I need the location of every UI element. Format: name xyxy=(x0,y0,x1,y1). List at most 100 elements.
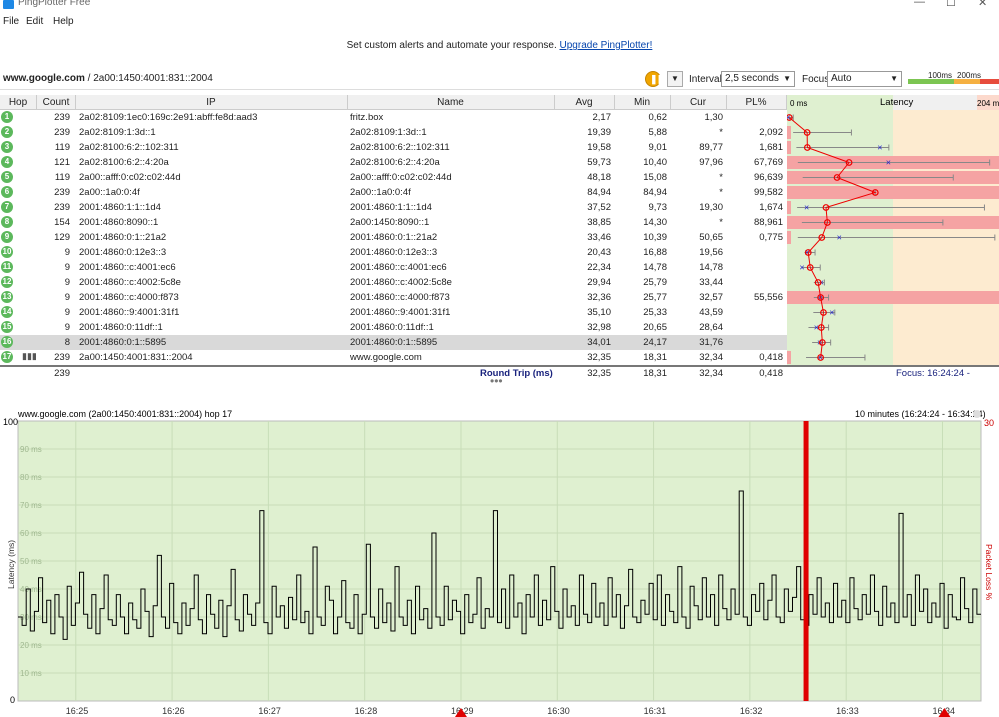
hop-cur: 14,78 xyxy=(699,262,723,273)
hop-cur: 50,65 xyxy=(699,232,723,243)
table-row[interactable]: 4 121 2a02:8100:6:2::4:20a 2a02:8100:6:2::4… xyxy=(0,155,787,170)
range-dropdown-icon[interactable] xyxy=(973,410,981,418)
menu-edit[interactable]: Edit xyxy=(26,16,43,27)
target-ip: / 2a00:1450:4001:831::2004 xyxy=(84,73,213,84)
ms-tick: 50 ms xyxy=(20,557,42,566)
current-mark: × xyxy=(787,113,791,123)
hop-pl: 2,092 xyxy=(759,127,783,138)
hop-min: 9,73 xyxy=(648,202,668,213)
col-name[interactable]: Name xyxy=(348,97,553,108)
current-mark: × xyxy=(837,233,842,243)
hop-min: 10,40 xyxy=(643,157,667,168)
loss-bar xyxy=(787,231,791,244)
focus-value: Auto xyxy=(831,73,852,84)
table-row[interactable]: 10 9 2001:4860:0:12e3::3 2001:4860:0:12e3::… xyxy=(0,245,787,260)
table-row[interactable]: 2 239 2a02:8109:1:3d::1 2a02:8109:1:3d::1 19… xyxy=(0,125,787,140)
hop-ip: 2001:4860:1:1::1d4 xyxy=(79,202,161,213)
right-axis-label: Packet Loss % xyxy=(984,544,994,601)
hop-badge: 2 xyxy=(1,126,13,138)
chevron-down-icon: ▼ xyxy=(671,74,679,83)
hop-count: 9 xyxy=(64,292,70,303)
col-ip[interactable]: IP xyxy=(76,97,346,108)
ms-tick: 70 ms xyxy=(20,501,42,510)
pause-dropdown-button[interactable]: ▼ xyxy=(667,71,683,87)
col-pl[interactable]: PL% xyxy=(727,97,785,108)
hop-avg: 19,39 xyxy=(587,127,611,138)
ms-tick: 60 ms xyxy=(20,529,42,538)
hop-avg: 59,73 xyxy=(587,157,611,168)
table-row[interactable]: 3 119 2a02:8100:6:2::102:311 2a02:8100:6:2:… xyxy=(0,140,787,155)
hop-ip: 2001:4860:8090::1 xyxy=(79,217,159,228)
time-tick: 16:25 xyxy=(66,706,89,716)
hop-min: 16,88 xyxy=(643,247,667,258)
hop-cur: 97,96 xyxy=(699,157,723,168)
hop-min: 84,94 xyxy=(643,187,667,198)
hop-min: 20,65 xyxy=(643,322,667,333)
ms-tick: 20 ms xyxy=(20,641,42,650)
menu-help[interactable]: Help xyxy=(53,16,74,27)
hop-name: 2001:4860::c:4002:5c8e xyxy=(350,277,452,288)
hop-ip: 2a02:8100:6:2::4:20a xyxy=(79,157,169,168)
promo-text: Set custom alerts and automate your resp… xyxy=(346,40,560,51)
col-avg[interactable]: Avg xyxy=(555,97,613,108)
hop-cur: 1,30 xyxy=(704,112,724,123)
hop-count: 9 xyxy=(64,277,70,288)
minimize-icon[interactable]: — xyxy=(914,0,925,8)
table-row[interactable]: 7 239 2001:4860:1:1::1d4 2001:4860:1:1::1d4… xyxy=(0,200,787,215)
hop-avg: 84,94 xyxy=(587,187,611,198)
table-row[interactable]: 5 119 2a00::afff:0:c02:c02:44d 2a00::afff:0… xyxy=(0,170,787,185)
focus-select[interactable]: Auto ▼ xyxy=(827,71,902,87)
graph-range[interactable]: 10 minutes (16:24:24 - 16:34:24) xyxy=(855,409,986,419)
hop-ip: 2a00::1a0:0:4f xyxy=(79,187,140,198)
table-row[interactable]: 8 154 2001:4860:8090::1 2a00:1450:8090::1 38… xyxy=(0,215,787,230)
upgrade-link[interactable]: Upgrade PingPlotter! xyxy=(560,40,653,51)
col-min[interactable]: Min xyxy=(615,97,669,108)
hop-avg: 37,52 xyxy=(587,202,611,213)
table-row[interactable]: 13 9 2001:4860::c:4000:f873 2001:4860::c:40… xyxy=(0,290,787,305)
hop-cur: 33,44 xyxy=(699,277,723,288)
window-title: PingPlotter Free xyxy=(18,0,91,8)
hop-min: 9,01 xyxy=(648,142,668,153)
close-icon[interactable]: ✕ xyxy=(978,0,987,9)
col-count[interactable]: Count xyxy=(38,97,74,108)
hop-ip: 2001:4860:0:1::5895 xyxy=(79,337,167,348)
legend-good-bar xyxy=(908,79,954,84)
hop-avg: 32,98 xyxy=(587,322,611,333)
hop-count: 119 xyxy=(54,142,70,153)
table-row[interactable]: 11 9 2001:4860::c:4001:ec6 2001:4860::c:400… xyxy=(0,260,787,275)
promo-banner: Set custom alerts and automate your resp… xyxy=(0,40,999,60)
menu-file[interactable]: File xyxy=(3,16,19,27)
packet-loss-spike xyxy=(803,421,809,701)
table-row[interactable]: 14 9 2001:4860::9:4001:31f1 2001:4860::9:40… xyxy=(0,305,787,320)
pause-button[interactable]: ❚❚ xyxy=(645,71,664,87)
hop-cur: * xyxy=(719,217,723,228)
col-hop[interactable]: Hop xyxy=(3,97,33,108)
interval-select[interactable]: 2,5 seconds ▼ xyxy=(721,71,795,87)
hop-ip: 2a02:8100:6:2::102:311 xyxy=(79,142,179,153)
app-icon xyxy=(3,0,14,9)
panel-splitter[interactable]: ••• xyxy=(0,374,999,410)
hop-cur: 89,77 xyxy=(699,142,723,153)
latency-header: Latency xyxy=(880,97,914,108)
table-row[interactable]: 16 8 2001:4860:0:1::5895 2001:4860:0:1::589… xyxy=(0,335,787,350)
maximize-icon[interactable]: ☐ xyxy=(946,0,956,9)
hop-pl: 67,769 xyxy=(753,157,783,168)
table-row[interactable]: 17 ▮▮▮ 239 2a00:1450:4001:831::2004 www.goog… xyxy=(0,350,787,365)
table-row[interactable]: 15 9 2001:4860:0:11df::1 2001:4860:0:11df::… xyxy=(0,320,787,335)
table-row[interactable]: 12 9 2001:4860::c:4002:5c8e 2001:4860::c:40… xyxy=(0,275,787,290)
hop-ip: 2001:4860::c:4000:f873 xyxy=(79,292,179,303)
legend-bad-bar xyxy=(980,79,999,84)
hop-cur: 19,56 xyxy=(699,247,723,258)
latency-max-label: 204 m xyxy=(977,99,999,108)
table-row[interactable]: 1 239 2a02:8109:1ec0:169c:2e91:abff:fe8d:a… xyxy=(0,110,787,125)
table-row[interactable]: 9 129 2001:4860:0:1::21a2 2001:4860:0:1::21… xyxy=(0,230,787,245)
hop-count: 9 xyxy=(64,247,70,258)
hop-count: 239 xyxy=(54,127,70,138)
col-cur[interactable]: Cur xyxy=(671,97,725,108)
hop-ip: 2a02:8109:1:3d::1 xyxy=(79,127,156,138)
table-row[interactable]: 6 239 2a00::1a0:0:4f 2a00::1a0:0:4f 84,94 84,… xyxy=(0,185,787,200)
latency-min-label: 0 ms xyxy=(790,99,807,108)
graph-bars-icon[interactable]: ▮▮▮ xyxy=(22,351,37,362)
splitter-grip-icon[interactable]: ••• xyxy=(490,374,503,388)
hop-count: 239 xyxy=(54,112,70,123)
